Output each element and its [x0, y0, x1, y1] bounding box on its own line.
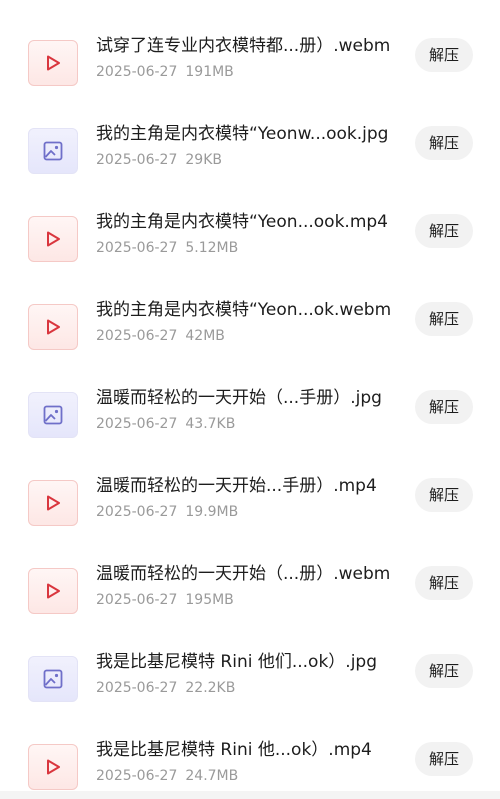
file-name: 我的主角是内衣模特“Yeon...ook.mp4 [96, 212, 388, 232]
file-name: 我的主角是内衣模特“Yeonw...ook.jpg [96, 124, 389, 144]
file-meta: 2025-06-27 22.2KB [96, 678, 235, 698]
file-size: 22.2KB [185, 680, 236, 696]
play-icon [47, 231, 60, 247]
extract-button[interactable]: 解压 [415, 126, 473, 160]
file-size: 195MB [185, 592, 234, 608]
file-size: 42MB [185, 328, 225, 344]
file-row[interactable]: 试穿了连专业内衣模特都...册）.webm 2025-06-27 191MB 解压 [0, 35, 500, 123]
extract-button[interactable]: 解压 [415, 478, 473, 512]
image-thumbnail [28, 656, 78, 702]
extract-button[interactable]: 解压 [415, 390, 473, 424]
file-meta: 2025-06-27 191MB [96, 62, 234, 82]
file-name: 温暖而轻松的一天开始（...册）.webm [96, 564, 391, 584]
video-thumbnail [28, 480, 78, 526]
file-size: 19.9MB [185, 504, 239, 520]
file-meta: 2025-06-27 19.9MB [96, 502, 238, 522]
file-date: 2025-06-27 [96, 504, 178, 520]
image-icon [43, 669, 63, 689]
file-date: 2025-06-27 [96, 680, 178, 696]
file-row[interactable]: 我的主角是内衣模特“Yeonw...ook.jpg 2025-06-27 29KB… [0, 123, 500, 211]
extract-button[interactable]: 解压 [415, 38, 473, 72]
file-size: 43.7KB [185, 416, 236, 432]
extract-button[interactable]: 解压 [415, 742, 473, 776]
file-meta: 2025-06-27 43.7KB [96, 414, 235, 434]
file-list: 试穿了连专业内衣模特都...册）.webm 2025-06-27 191MB 解压… [0, 0, 500, 799]
file-size: 5.12MB [185, 240, 239, 256]
file-name: 我是比基尼模特 Rini 他...ok）.mp4 [96, 740, 372, 760]
file-meta: 2025-06-27 195MB [96, 590, 234, 610]
video-thumbnail [28, 304, 78, 350]
play-icon [47, 55, 60, 71]
file-meta: 2025-06-27 24.7MB [96, 766, 238, 786]
video-thumbnail [28, 40, 78, 86]
file-name: 试穿了连专业内衣模特都...册）.webm [96, 36, 391, 56]
file-meta: 2025-06-27 29KB [96, 150, 222, 170]
play-icon [47, 583, 60, 599]
file-date: 2025-06-27 [96, 240, 178, 256]
file-name: 我是比基尼模特 Rini 他们...ok）.jpg [96, 652, 378, 672]
bottom-divider [0, 791, 500, 799]
file-name: 我的主角是内衣模特“Yeon...ok.webm [96, 300, 392, 320]
file-size: 191MB [185, 64, 234, 80]
file-row[interactable]: 温暖而轻松的一天开始...手册）.mp4 2025-06-27 19.9MB 解压 [0, 475, 500, 563]
video-thumbnail [28, 744, 78, 790]
file-name: 温暖而轻松的一天开始...手册）.mp4 [96, 476, 377, 496]
extract-button[interactable]: 解压 [415, 302, 473, 336]
file-row[interactable]: 我是比基尼模特 Rini 他们...ok）.jpg 2025-06-27 22.2… [0, 651, 500, 739]
play-icon [47, 759, 60, 775]
play-icon [47, 495, 60, 511]
play-icon [47, 319, 60, 335]
video-thumbnail [28, 216, 78, 262]
file-row[interactable]: 温暖而轻松的一天开始（...手册）.jpg 2025-06-27 43.7KB 解… [0, 387, 500, 475]
file-date: 2025-06-27 [96, 416, 178, 432]
image-thumbnail [28, 128, 78, 174]
file-row[interactable]: 温暖而轻松的一天开始（...册）.webm 2025-06-27 195MB 解压 [0, 563, 500, 651]
file-size: 24.7MB [185, 768, 239, 784]
video-thumbnail [28, 568, 78, 614]
image-icon [43, 405, 63, 425]
file-date: 2025-06-27 [96, 152, 178, 168]
file-date: 2025-06-27 [96, 592, 178, 608]
image-thumbnail [28, 392, 78, 438]
extract-button[interactable]: 解压 [415, 654, 473, 688]
file-date: 2025-06-27 [96, 328, 178, 344]
file-size: 29KB [185, 152, 222, 168]
extract-button[interactable]: 解压 [415, 214, 473, 248]
file-row[interactable]: 我的主角是内衣模特“Yeon...ook.mp4 2025-06-27 5.12M… [0, 211, 500, 299]
file-date: 2025-06-27 [96, 64, 178, 80]
file-date: 2025-06-27 [96, 768, 178, 784]
extract-button[interactable]: 解压 [415, 566, 473, 600]
file-row[interactable]: 我是比基尼模特 Rini 他...ok）.mp4 2025-06-27 24.7M… [0, 739, 500, 799]
file-row[interactable]: 我的主角是内衣模特“Yeon...ok.webm 2025-06-27 42MB … [0, 299, 500, 387]
file-meta: 2025-06-27 5.12MB [96, 238, 238, 258]
image-icon [43, 141, 63, 161]
file-name: 温暖而轻松的一天开始（...手册）.jpg [96, 388, 382, 408]
file-meta: 2025-06-27 42MB [96, 326, 225, 346]
